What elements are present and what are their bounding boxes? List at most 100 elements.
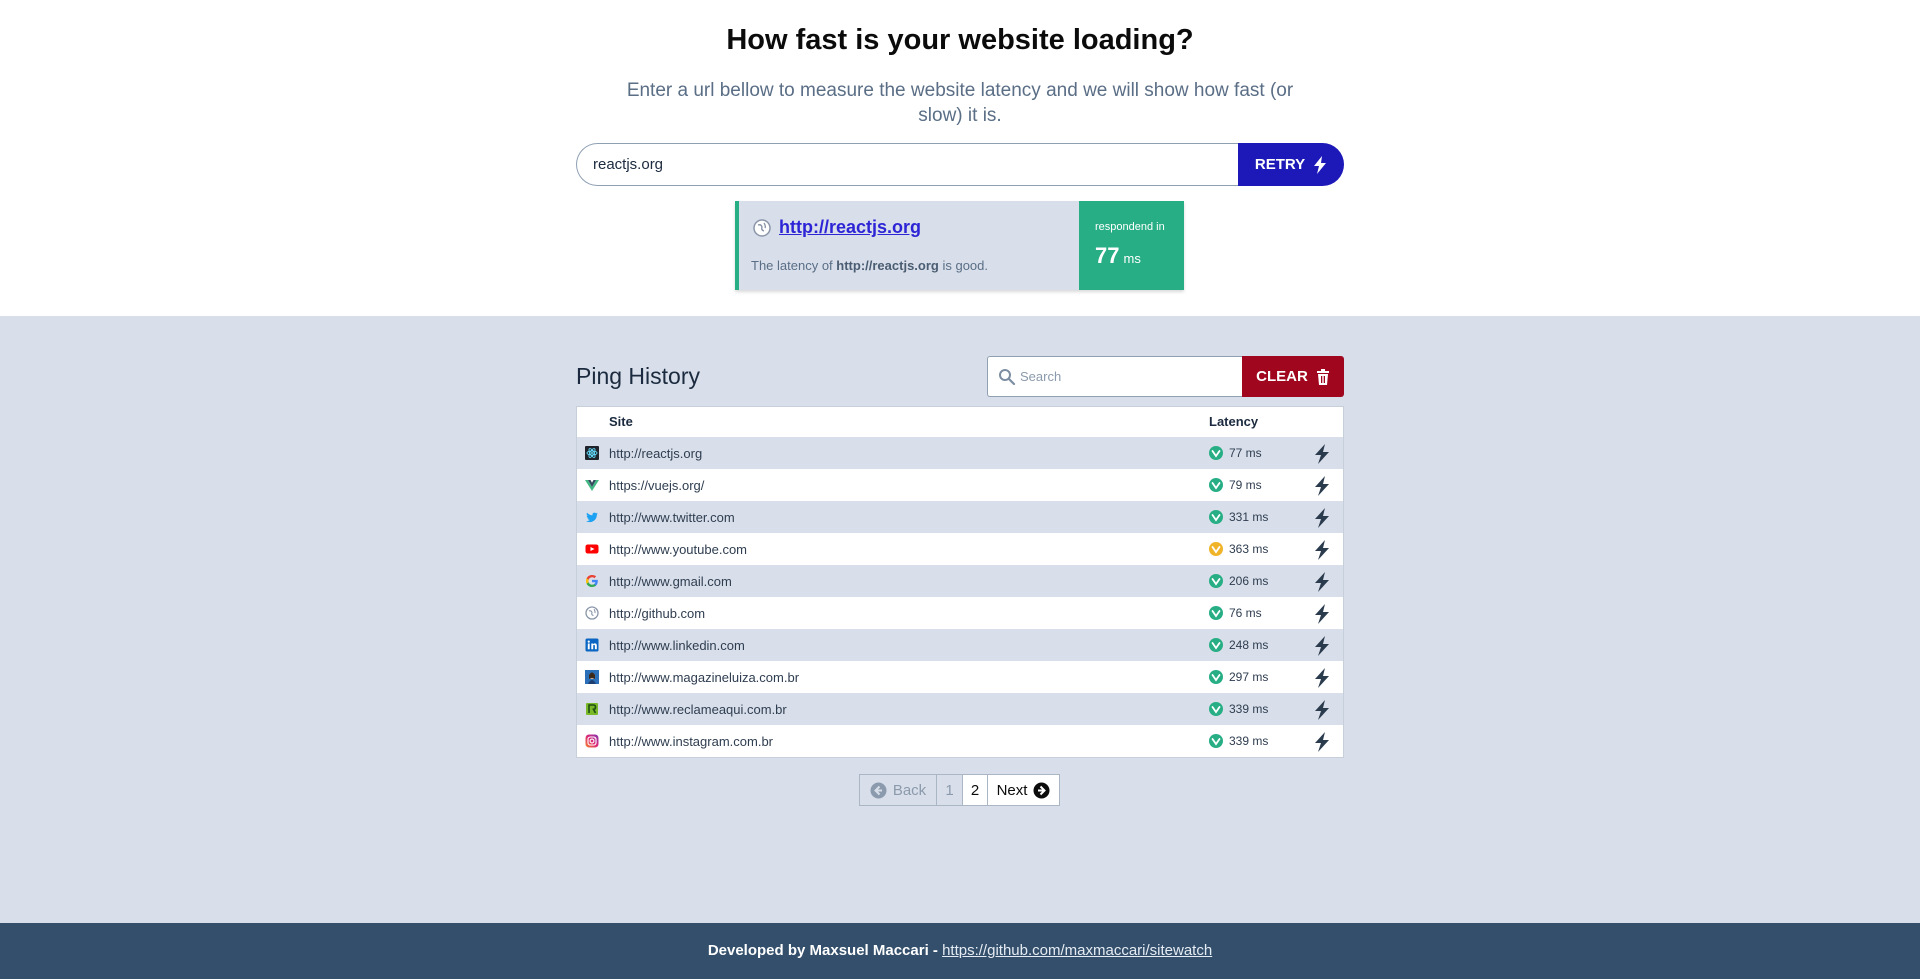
speed-gauge-icon [1209, 638, 1223, 652]
vue-icon [585, 480, 599, 491]
footer-repo-link[interactable]: https://github.com/maxmaccari/sitewatch [942, 942, 1212, 959]
speed-gauge-icon [1209, 510, 1223, 524]
row-site: http://reactjs.org [609, 446, 703, 461]
history-title: Ping History [576, 363, 700, 389]
result-card: http://reactjs.org The latency of http:/… [735, 201, 1184, 290]
clear-label: CLEAR [1256, 368, 1308, 385]
response-time-panel: respondend in 77 ms [1079, 201, 1184, 290]
table-header: Site Latency [577, 407, 1343, 437]
responded-label: respondend in [1095, 221, 1165, 233]
column-header-latency: Latency [1209, 414, 1259, 429]
table-row: http://www.linkedin.com 248 ms [577, 629, 1343, 661]
table-row: http://reactjs.org 77 ms [577, 437, 1343, 469]
page-title: How fast is your website loading? [726, 24, 1194, 56]
result-message-site: http://reactjs.org [836, 258, 939, 273]
row-site: http://www.youtube.com [609, 542, 748, 557]
pagination-next-button[interactable]: Next [988, 775, 1059, 805]
retry-button[interactable]: RETRY [1238, 143, 1344, 186]
row-latency: 79 ms [1229, 478, 1262, 492]
history-table: Site Latency http://reactjs.org 77 ms http… [576, 406, 1344, 758]
pagination-back-label: Back [892, 781, 927, 799]
page-subtitle: Enter a url bellow to measure the websit… [626, 80, 1294, 126]
response-unit: ms [1123, 251, 1141, 266]
ping-bolt-icon[interactable] [1313, 476, 1331, 496]
row-site: http://www.twitter.com [609, 510, 735, 525]
ping-bolt-icon[interactable] [1313, 508, 1331, 528]
row-site: http://www.reclameaqui.com.br [609, 702, 787, 717]
row-latency: 363 ms [1229, 542, 1269, 556]
google-icon [586, 574, 598, 587]
table-row: http://www.twitter.com 331 ms [577, 501, 1343, 533]
pagination-page-1[interactable]: 1 [937, 775, 963, 805]
search-input[interactable] [1020, 357, 1240, 396]
react-icon [585, 446, 599, 460]
row-latency: 297 ms [1229, 670, 1269, 684]
ping-bolt-icon[interactable] [1313, 668, 1331, 688]
ping-bolt-icon[interactable] [1313, 636, 1331, 656]
ping-bolt-icon[interactable] [1313, 604, 1331, 624]
row-latency: 77 ms [1229, 446, 1262, 460]
table-body: http://reactjs.org 77 ms https://vuejs.org… [577, 437, 1343, 757]
globe-icon [753, 219, 771, 237]
instagram-icon [585, 734, 599, 748]
row-latency: 331 ms [1229, 510, 1269, 524]
ping-bolt-icon[interactable] [1313, 572, 1331, 592]
hero-section: How fast is your website loading? Enter … [0, 0, 1920, 316]
retry-label: RETRY [1254, 156, 1306, 173]
arrow-left-icon [870, 782, 887, 798]
clear-button[interactable]: CLEAR [1242, 356, 1344, 397]
speed-gauge-icon [1209, 478, 1223, 492]
row-latency: 76 ms [1229, 606, 1262, 620]
speed-gauge-icon [1209, 702, 1223, 716]
table-row: http://www.reclameaqui.com.br 339 ms [577, 693, 1343, 725]
footer: Developed by Maxsuel Maccari - https://g… [0, 923, 1920, 979]
ping-bolt-icon[interactable] [1313, 540, 1331, 560]
speed-gauge-icon [1209, 606, 1223, 620]
table-row: https://vuejs.org/79 ms [577, 469, 1343, 501]
globe-icon [585, 606, 599, 620]
speed-gauge-icon [1209, 542, 1223, 556]
arrow-right-icon [1033, 782, 1050, 798]
row-site: https://vuejs.org/ [609, 478, 705, 493]
bolt-icon [1314, 155, 1327, 174]
ping-bolt-icon[interactable] [1313, 732, 1331, 752]
url-input[interactable] [576, 143, 1240, 186]
response-value: 77 ms [1095, 243, 1184, 269]
row-site: http://github.com [609, 606, 706, 621]
row-latency: 339 ms [1229, 734, 1269, 748]
table-row: http://www.gmail.com 206 ms [577, 565, 1343, 597]
row-site: http://www.linkedin.com [609, 638, 745, 653]
table-row: http://www.youtube.com 363 ms [577, 533, 1343, 565]
magazineluiza-icon [585, 670, 599, 684]
pagination-page-2[interactable]: 2 [963, 775, 988, 805]
reclameaqui-icon [586, 703, 598, 715]
row-latency: 206 ms [1229, 574, 1269, 588]
table-row: http://www.instagram.com.br 339 ms [577, 725, 1343, 757]
pagination-next-label: Next [996, 781, 1028, 799]
ping-bolt-icon[interactable] [1313, 444, 1331, 464]
speed-gauge-icon [1209, 446, 1223, 460]
row-site: http://www.instagram.com.br [609, 734, 773, 749]
youtube-icon [585, 544, 599, 554]
search-box [987, 356, 1245, 397]
search-icon [999, 369, 1016, 386]
trash-icon [1316, 368, 1329, 385]
result-message: The latency of http://reactjs.org is goo… [751, 258, 989, 273]
row-latency: 248 ms [1229, 638, 1269, 652]
url-form: RETRY [576, 143, 1344, 186]
row-site: http://www.magazineluiza.com.br [609, 670, 800, 685]
table-row: http://github.com 76 ms [577, 597, 1343, 629]
footer-text: Developed by Maxsuel Maccari - [707, 942, 943, 959]
twitter-icon [586, 512, 598, 523]
column-header-site: Site [609, 414, 633, 429]
response-latency: 77 [1095, 243, 1120, 268]
row-latency: 339 ms [1229, 702, 1269, 716]
pagination-back-button[interactable]: Back [860, 775, 937, 805]
ping-bolt-icon[interactable] [1313, 700, 1331, 720]
speed-gauge-icon [1209, 734, 1223, 748]
row-site: http://www.gmail.com [609, 574, 732, 589]
pagination: Back 1 2 Next [859, 774, 1060, 806]
linkedin-icon [585, 638, 599, 652]
result-site-link[interactable]: http://reactjs.org [779, 217, 921, 238]
table-row: http://www.magazineluiza.com.br 297 ms [577, 661, 1343, 693]
